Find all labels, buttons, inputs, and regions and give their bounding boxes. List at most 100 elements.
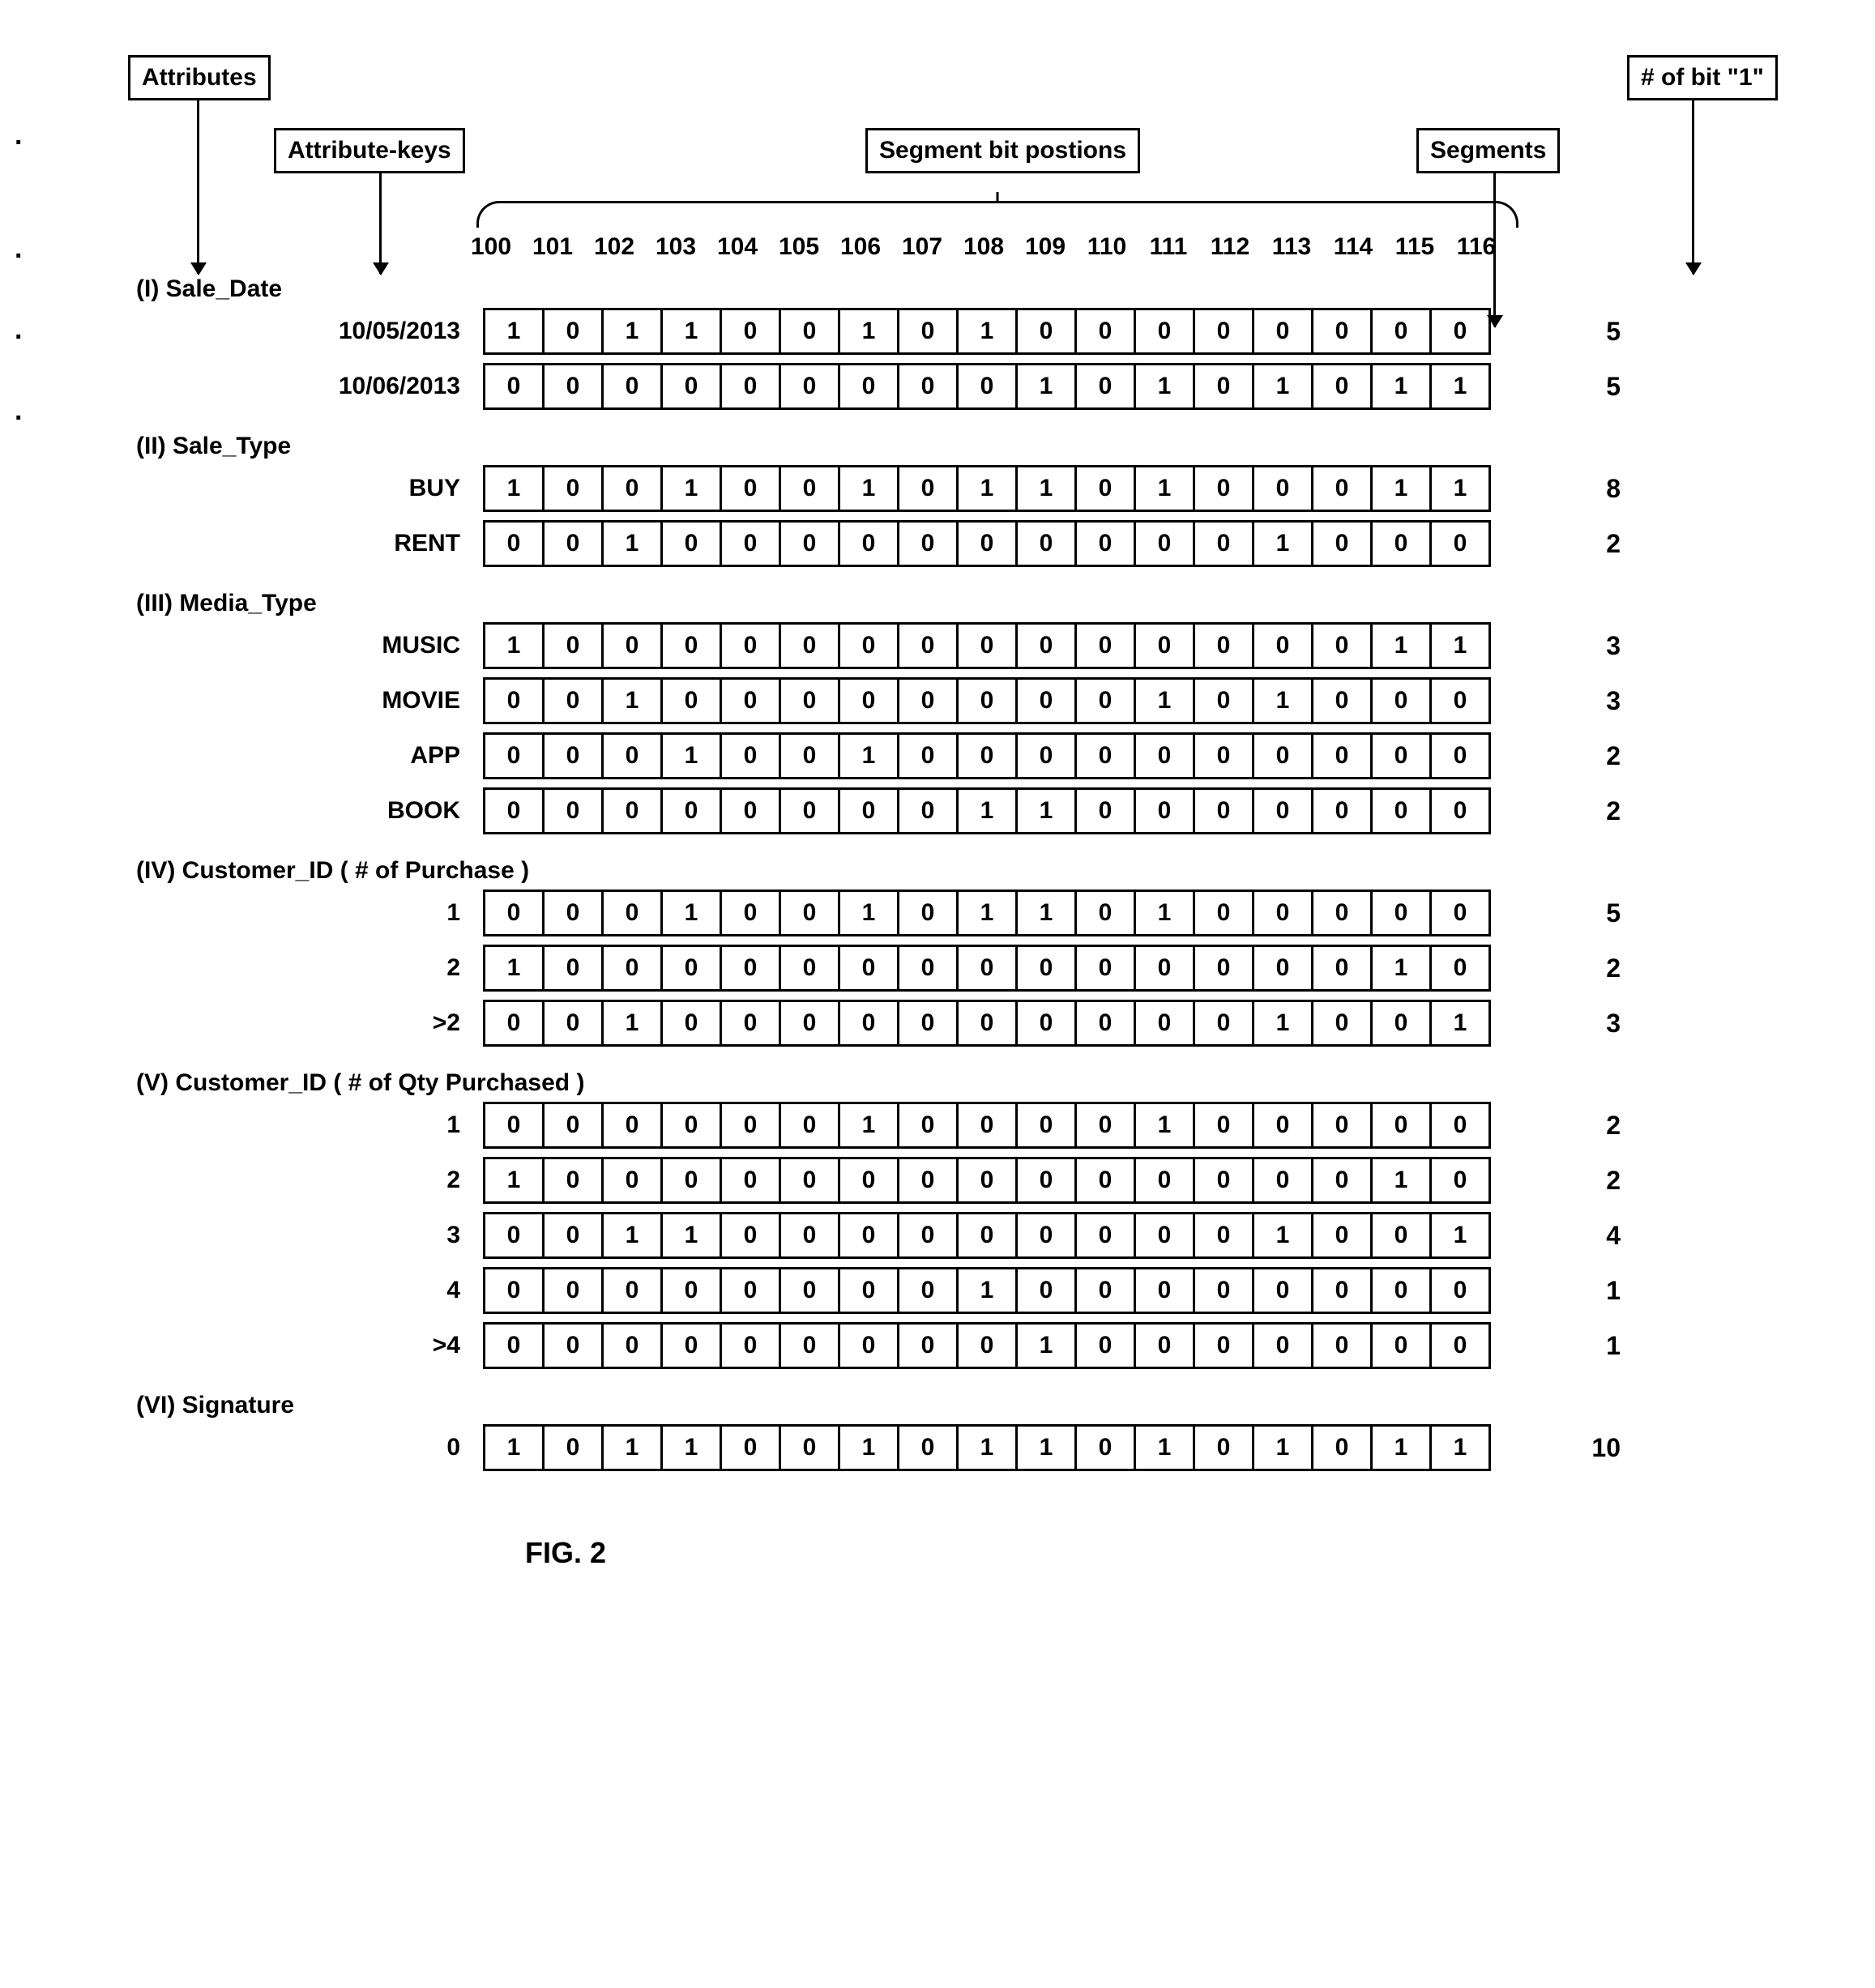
- bit-cell: 0: [1136, 947, 1195, 989]
- bit-cell: 1: [1432, 1427, 1488, 1469]
- attribute-key: MUSIC: [39, 622, 483, 669]
- bit-cell: 0: [1195, 1159, 1254, 1201]
- bit-cell: 0: [899, 1002, 959, 1044]
- ones-count: 2: [1523, 945, 1637, 992]
- bit-cell: 1: [485, 310, 545, 352]
- bit-cell: 0: [485, 790, 545, 832]
- bit-cell: 0: [959, 680, 1018, 722]
- bit-cell: 0: [781, 1269, 840, 1312]
- bit-cell: 0: [1195, 790, 1254, 832]
- bit-cell: 0: [1018, 680, 1077, 722]
- bit-cell: 0: [899, 1159, 959, 1201]
- bit-cell: 1: [840, 467, 899, 510]
- bit-cell: 1: [663, 735, 722, 777]
- bit-position-col: 116: [1446, 233, 1507, 261]
- bit-position-col: 104: [707, 233, 768, 261]
- bit-cell: 0: [485, 523, 545, 565]
- bit-cell: 0: [781, 892, 840, 934]
- bit-cell: 0: [1313, 1002, 1373, 1044]
- bit-segment: 00100000000001000: [483, 520, 1491, 567]
- bit-cell: 1: [604, 680, 663, 722]
- bitmap-row: MOVIE001000000001010003: [39, 677, 1822, 724]
- bitmap-row: BOOK000000001100000002: [39, 787, 1822, 834]
- bit-cell: 0: [545, 790, 604, 832]
- bit-position-header: 1001011021031041051061071081091101111121…: [39, 233, 1822, 261]
- bit-cell: 0: [663, 680, 722, 722]
- bit-cell: 0: [722, 680, 781, 722]
- bit-cell: 0: [1018, 625, 1077, 667]
- bit-cell: 0: [1313, 310, 1373, 352]
- bit-cell: 0: [1373, 1269, 1432, 1312]
- arrow-down-icon: [1493, 173, 1496, 326]
- bit-segment: 00000000100000000: [483, 1267, 1491, 1314]
- bit-cell: 0: [1432, 310, 1488, 352]
- attribute-key: RENT: [39, 520, 483, 567]
- bit-cell: 0: [722, 1269, 781, 1312]
- bit-cell: 0: [1195, 1325, 1254, 1367]
- bit-segment: 10000000000000010: [483, 945, 1491, 992]
- bit-cell: 0: [840, 1269, 899, 1312]
- bit-cell: 0: [1077, 1214, 1136, 1256]
- bit-cell: 1: [1373, 947, 1432, 989]
- bit-cell: 1: [485, 1159, 545, 1201]
- bit-cell: 1: [604, 310, 663, 352]
- bit-cell: 0: [840, 365, 899, 407]
- bit-cell: 0: [1313, 467, 1373, 510]
- bit-cell: 0: [1254, 1325, 1313, 1367]
- bit-cell: 1: [1373, 467, 1432, 510]
- bit-cell: 0: [722, 892, 781, 934]
- bit-cell: 0: [604, 1325, 663, 1367]
- bit-cell: 1: [959, 790, 1018, 832]
- bit-cell: 0: [1018, 1159, 1077, 1201]
- bit-cell: 1: [1254, 1427, 1313, 1469]
- bit-cell: 1: [959, 1269, 1018, 1312]
- bit-cell: 0: [1136, 790, 1195, 832]
- bit-cell: 0: [840, 523, 899, 565]
- bit-cell: 1: [840, 310, 899, 352]
- bit-cell: 0: [722, 1159, 781, 1201]
- bit-cell: 0: [1077, 625, 1136, 667]
- label-segment-bit-positions: Segment bit postions: [865, 128, 1140, 173]
- bit-segment: 00100000000001001: [483, 1000, 1491, 1047]
- bit-cell: 0: [1077, 680, 1136, 722]
- attribute-title: (V) Customer_ID ( # of Qty Purchased ): [39, 1069, 1822, 1097]
- attribute-group: (III) Media_TypeMUSIC100000000000000113M…: [39, 590, 1822, 834]
- bit-cell: 0: [722, 365, 781, 407]
- label-attribute-keys: Attribute-keys: [274, 128, 465, 173]
- bit-cell: 0: [840, 947, 899, 989]
- bit-segment: 00100000000101000: [483, 677, 1491, 724]
- bit-cell: 0: [1077, 735, 1136, 777]
- bit-cell: 0: [899, 892, 959, 934]
- bit-cell: 0: [899, 310, 959, 352]
- attribute-group: (I) Sale_Date10/05/201310110010100000000…: [39, 275, 1822, 410]
- bitmap-row: 01011001011010101110: [39, 1424, 1822, 1471]
- bit-cell: 0: [1254, 1159, 1313, 1201]
- attribute-key: MOVIE: [39, 677, 483, 724]
- bit-cell: 0: [959, 1159, 1018, 1201]
- bit-cell: 0: [545, 1002, 604, 1044]
- attribute-key: BOOK: [39, 787, 483, 834]
- attribute-group: (IV) Customer_ID ( # of Purchase )100010…: [39, 857, 1822, 1047]
- bit-cell: 0: [781, 310, 840, 352]
- bit-cell: 0: [899, 1325, 959, 1367]
- bit-cell: 0: [1254, 1269, 1313, 1312]
- attribute-group: (II) Sale_TypeBUY100100101101000118RENT0…: [39, 433, 1822, 567]
- bit-cell: 1: [1254, 1002, 1313, 1044]
- bit-cell: 0: [959, 947, 1018, 989]
- bit-cell: 0: [1254, 735, 1313, 777]
- bit-cell: 1: [1373, 365, 1432, 407]
- bit-cell: 1: [840, 1427, 899, 1469]
- bit-cell: 0: [1077, 1002, 1136, 1044]
- bit-cell: 0: [1432, 1269, 1488, 1312]
- bit-cell: 1: [604, 1002, 663, 1044]
- bit-position-col: 112: [1199, 233, 1261, 261]
- bit-cell: 0: [1018, 1214, 1077, 1256]
- bit-cell: 0: [485, 1002, 545, 1044]
- bit-cell: 0: [604, 1159, 663, 1201]
- bit-cell: 0: [1313, 365, 1373, 407]
- bit-cell: 1: [840, 1104, 899, 1146]
- bit-cell: 0: [1373, 1002, 1432, 1044]
- bit-cell: 0: [1373, 523, 1432, 565]
- bit-cell: 0: [545, 892, 604, 934]
- arrow-down-icon: [197, 100, 199, 274]
